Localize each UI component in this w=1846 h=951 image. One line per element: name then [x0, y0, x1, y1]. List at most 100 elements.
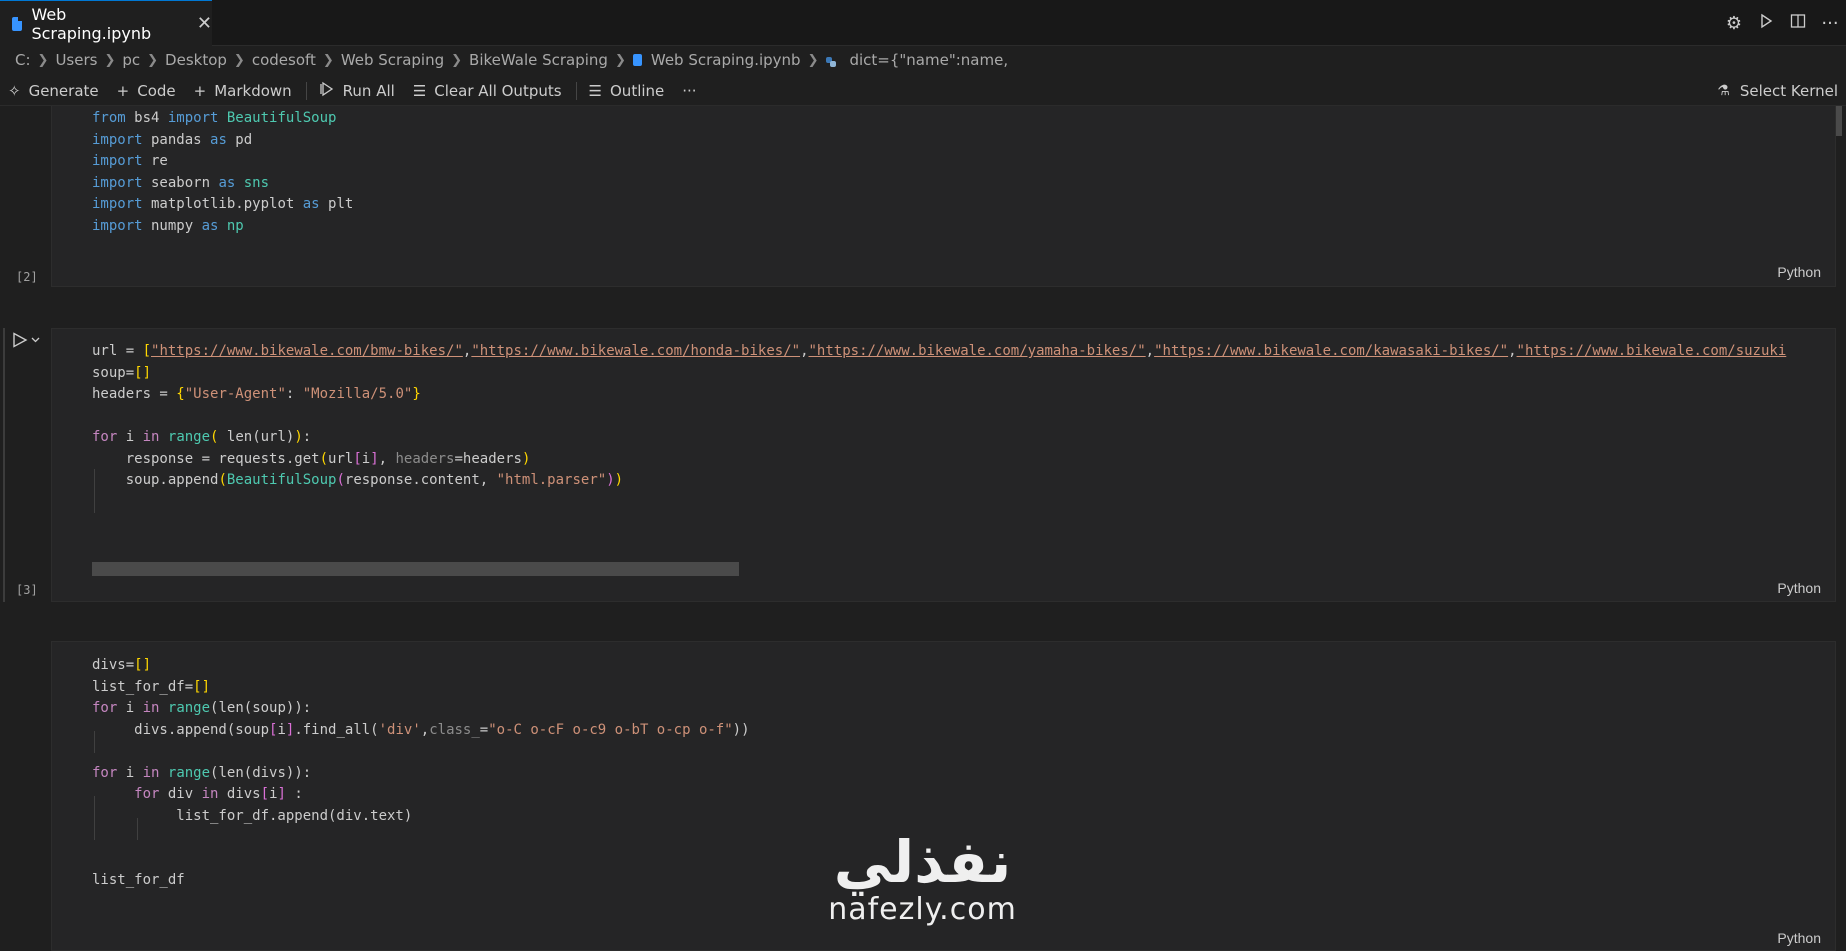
- generate-button[interactable]: ✧ Generate: [8, 82, 99, 100]
- code-token: i: [117, 764, 143, 781]
- code-token: [: [353, 450, 362, 467]
- code-token: headers: [395, 450, 455, 467]
- code-token: list_for_df: [92, 872, 185, 888]
- run-all-icon: [319, 81, 335, 101]
- toolbar-divider: [575, 81, 577, 100]
- chevron-right-icon: ❯: [322, 52, 334, 68]
- gear-icon[interactable]: ⚙: [1718, 13, 1750, 34]
- clear-all-label: Clear All Outputs: [434, 81, 562, 100]
- code-token: range: [167, 429, 211, 445]
- code-token: divs=: [92, 657, 135, 673]
- url-link[interactable]: "https://www.bikewale.com/suzuki: [1517, 343, 1787, 359]
- more-icon[interactable]: ···: [1814, 13, 1846, 34]
- run-cell-button[interactable]: [12, 332, 40, 352]
- cell-language-label[interactable]: Python: [1777, 580, 1821, 596]
- generate-label: Generate: [28, 81, 99, 100]
- code-token: matplotlib.pyplot: [142, 196, 303, 212]
- add-code-button[interactable]: + Code: [117, 82, 176, 100]
- code-token: BeautifulSoup: [226, 472, 337, 488]
- select-kernel-button[interactable]: ⚗ Select Kernel: [1717, 76, 1838, 106]
- code-token: ]: [277, 786, 286, 802]
- editor-tab[interactable]: Web Scraping.ipynb ✕: [0, 0, 212, 46]
- code-token: as: [210, 131, 227, 148]
- code-token: in: [142, 429, 160, 445]
- breadcrumb-item[interactable]: Web Scraping: [341, 51, 444, 69]
- code-token: []: [134, 657, 152, 673]
- add-markdown-button[interactable]: + Markdown: [194, 82, 292, 100]
- toolbar-divider: [305, 81, 307, 100]
- run-all-button[interactable]: Run All: [319, 81, 395, 101]
- code-token: "Mozilla/5.0": [302, 386, 413, 402]
- code-token: range: [167, 764, 211, 781]
- more-actions-button[interactable]: ···: [682, 82, 696, 100]
- scrollbar-thumb[interactable]: [1836, 106, 1842, 136]
- outline-label: Outline: [610, 81, 665, 100]
- breadcrumb-item[interactable]: codesoft: [252, 51, 316, 69]
- indent-guide: [94, 731, 95, 753]
- code-token: list_for_df.append(div.text): [92, 807, 413, 824]
- code-token: "o-C o-cF o-c9 o-bT o-cp o-f": [488, 721, 733, 738]
- code-token: import: [167, 110, 219, 126]
- breadcrumb-item[interactable]: Web Scraping.ipynb: [651, 51, 801, 69]
- code-token: :: [302, 429, 312, 445]
- code-token: ,: [1508, 343, 1517, 359]
- code-editor[interactable]: divs=[] list_for_df=[] for i in range(le…: [92, 655, 750, 892]
- code-token: (: [218, 472, 227, 488]
- code-editor[interactable]: from bs4 import BeautifulSoup import pan…: [92, 108, 353, 237]
- code-token: ,: [378, 450, 396, 467]
- code-token: ): [294, 429, 303, 445]
- code-token: [: [142, 343, 152, 359]
- code-token: as: [201, 217, 219, 234]
- code-token: url =: [92, 343, 143, 359]
- code-token: len(url): [218, 429, 295, 445]
- url-link[interactable]: "https://www.bikewale.com/bmw-bikes/": [151, 343, 463, 359]
- breadcrumb-item[interactable]: Users: [55, 51, 97, 69]
- horizontal-scrollbar[interactable]: [92, 562, 739, 576]
- split-editor-icon[interactable]: [1782, 13, 1814, 34]
- code-token: divs.append(soup: [92, 721, 270, 738]
- url-link[interactable]: "https://www.bikewale.com/honda-bikes/": [471, 343, 800, 359]
- breadcrumb-item[interactable]: BikeWale Scraping: [469, 51, 608, 69]
- code-token: 'div': [378, 721, 421, 738]
- code-token: for: [92, 764, 118, 781]
- url-link[interactable]: "https://www.bikewale.com/yamaha-bikes/": [809, 343, 1146, 359]
- tab-bar: Web Scraping.ipynb ✕ ⚙ ···: [0, 0, 1846, 46]
- code-token: import: [92, 196, 143, 212]
- vertical-scrollbar[interactable]: [1832, 106, 1846, 947]
- code-token: ,: [1145, 343, 1155, 359]
- code-token: in: [142, 764, 160, 781]
- cell-language-label[interactable]: Python: [1777, 930, 1821, 946]
- code-token: list_for_df=: [92, 678, 194, 695]
- breadcrumb-item[interactable]: pc: [122, 51, 140, 69]
- code-token: (: [336, 472, 345, 488]
- code-token: []: [134, 364, 152, 381]
- code-token: class_: [429, 721, 480, 738]
- code-label: Code: [137, 81, 176, 100]
- breadcrumb-item[interactable]: Desktop: [165, 51, 227, 69]
- code-token: sns: [235, 174, 270, 191]
- code-token: response.content,: [344, 472, 497, 488]
- clear-all-outputs-button[interactable]: ☰ Clear All Outputs: [413, 82, 562, 100]
- outline-button[interactable]: ☰ Outline: [589, 82, 665, 100]
- code-token: url: [328, 450, 354, 467]
- code-cell[interactable]: from bs4 import BeautifulSoup import pan…: [51, 106, 1836, 287]
- code-token: i: [361, 450, 371, 467]
- run-icon[interactable]: [1750, 13, 1782, 34]
- code-token: :: [285, 386, 303, 402]
- code-token: .find_all(: [294, 721, 379, 738]
- code-token: bs4: [125, 110, 168, 126]
- code-token: ): [606, 472, 615, 488]
- code-token: import: [92, 217, 143, 234]
- breadcrumb-item[interactable]: dict={"name":name,: [849, 51, 1008, 69]
- close-icon[interactable]: ✕: [197, 13, 212, 34]
- url-link[interactable]: "https://www.bikewale.com/kawasaki-bikes…: [1154, 343, 1508, 359]
- cell-language-label[interactable]: Python: [1777, 264, 1821, 280]
- code-token: :: [285, 786, 303, 802]
- code-token: }: [412, 386, 421, 402]
- code-token: plt: [319, 196, 354, 212]
- code-editor[interactable]: url = ["https://www.bikewale.com/bmw-bik…: [92, 341, 1786, 492]
- breadcrumb-item[interactable]: C:: [15, 51, 31, 69]
- code-cell[interactable]: url = ["https://www.bikewale.com/bmw-bik…: [51, 328, 1836, 602]
- code-token: for: [134, 786, 160, 802]
